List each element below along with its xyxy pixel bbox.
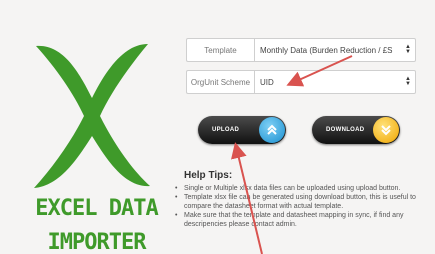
orgunit-scheme-value: UID: [260, 77, 274, 87]
download-button-label: DOWNLOAD: [326, 127, 365, 133]
help-tips-list: Single or Multiple xlsx data files can b…: [173, 184, 423, 229]
template-select[interactable]: Monthly Data (Burden Reduction / £S ▲ ▼: [254, 38, 416, 62]
logo-title-line2: IMPORTER: [47, 230, 147, 254]
select-arrows-icon: ▲ ▼: [405, 44, 411, 55]
download-button[interactable]: DOWNLOAD: [312, 116, 400, 144]
help-tip: Template xlsx file can be generated usin…: [173, 193, 423, 211]
select-arrows-icon: ▲ ▼: [405, 76, 411, 87]
orgunit-row: OrgUnit Scheme UID ▲ ▼: [186, 70, 416, 94]
help-tip: Single or Multiple xlsx data files can b…: [173, 184, 423, 193]
excel-data-importer-logo: EXCEL DATA IMPORTER: [14, 40, 164, 254]
template-label: Template: [186, 38, 254, 62]
help-tips-title: Help Tips:: [184, 170, 233, 181]
logo-title-line1: EXCEL DATA: [35, 196, 158, 221]
chevron-up-icon: [259, 117, 285, 143]
upload-button[interactable]: UPLOAD: [198, 116, 286, 144]
template-row: Template Monthly Data (Burden Reduction …: [186, 38, 416, 62]
importer-form: Template Monthly Data (Burden Reduction …: [186, 38, 416, 102]
orgunit-scheme-select[interactable]: UID ▲ ▼: [254, 70, 416, 94]
upload-button-label: UPLOAD: [212, 127, 240, 133]
help-tip: Make sure that the template and datashee…: [173, 211, 423, 229]
orgunit-scheme-label: OrgUnit Scheme: [186, 70, 254, 94]
excel-x-logo-icon: [34, 44, 150, 188]
template-select-value: Monthly Data (Burden Reduction / £S: [260, 45, 393, 55]
chevron-down-icon: [373, 117, 399, 143]
